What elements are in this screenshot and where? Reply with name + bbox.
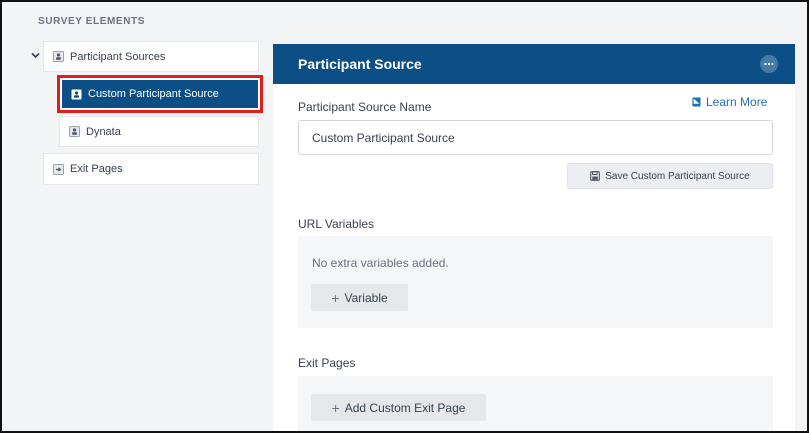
- save-icon: [590, 171, 601, 181]
- participant-source-panel: Participant Source Participant Source Na…: [273, 44, 795, 431]
- add-variable-label: Variable: [344, 290, 388, 305]
- exit-arrow-icon: [52, 163, 64, 175]
- tree-item-label: Participant Sources: [70, 50, 166, 63]
- tree-item-custom-participant-source[interactable]: Custom Participant Source: [57, 75, 263, 113]
- exit-pages-box: + Add Custom Exit Page: [298, 376, 773, 431]
- participant-source-icon: [70, 88, 82, 100]
- tree-item-dynata[interactable]: Dynata: [59, 116, 259, 147]
- add-exit-page-label: Add Custom Exit Page: [344, 400, 466, 415]
- participant-source-name-input[interactable]: [298, 120, 773, 155]
- plus-icon: +: [331, 289, 340, 306]
- no-variables-text: No extra variables added.: [312, 256, 449, 270]
- url-variables-box: No extra variables added. + Variable: [298, 236, 773, 328]
- tree-item-participant-sources[interactable]: Participant Sources: [43, 41, 259, 72]
- participant-source-icon: [68, 126, 80, 138]
- add-variable-button[interactable]: + Variable: [311, 284, 408, 311]
- learn-more-link[interactable]: Learn More: [691, 95, 767, 109]
- plus-icon: +: [331, 399, 340, 416]
- app-frame: SURVEY ELEMENTS Participant Sources Cust…: [0, 0, 809, 433]
- tree-item-exit-pages[interactable]: Exit Pages: [43, 153, 259, 185]
- add-custom-exit-page-button[interactable]: + Add Custom Exit Page: [311, 394, 486, 421]
- save-custom-participant-source-button[interactable]: Save Custom Participant Source: [567, 163, 773, 189]
- book-icon: [691, 97, 702, 108]
- ellipsis-icon: [764, 62, 774, 66]
- tree-item-label: Dynata: [86, 125, 121, 138]
- save-button-label: Save Custom Participant Source: [605, 170, 750, 182]
- tree-item-selected: Custom Participant Source: [62, 80, 258, 108]
- chevron-down-icon[interactable]: [29, 49, 41, 61]
- tree-item-label: Custom Participant Source: [88, 88, 219, 100]
- exit-pages-heading: Exit Pages: [298, 356, 356, 370]
- survey-elements-heading: SURVEY ELEMENTS: [38, 16, 145, 27]
- tree-item-label: Exit Pages: [70, 163, 123, 175]
- url-variables-heading: URL Variables: [298, 217, 375, 231]
- participant-source-name-label: Participant Source Name: [298, 100, 432, 114]
- panel-title: Participant Source: [298, 56, 422, 72]
- participant-source-icon: [52, 51, 64, 63]
- learn-more-label: Learn More: [706, 95, 768, 109]
- panel-header: Participant Source: [273, 44, 795, 84]
- more-options-button[interactable]: [760, 55, 778, 73]
